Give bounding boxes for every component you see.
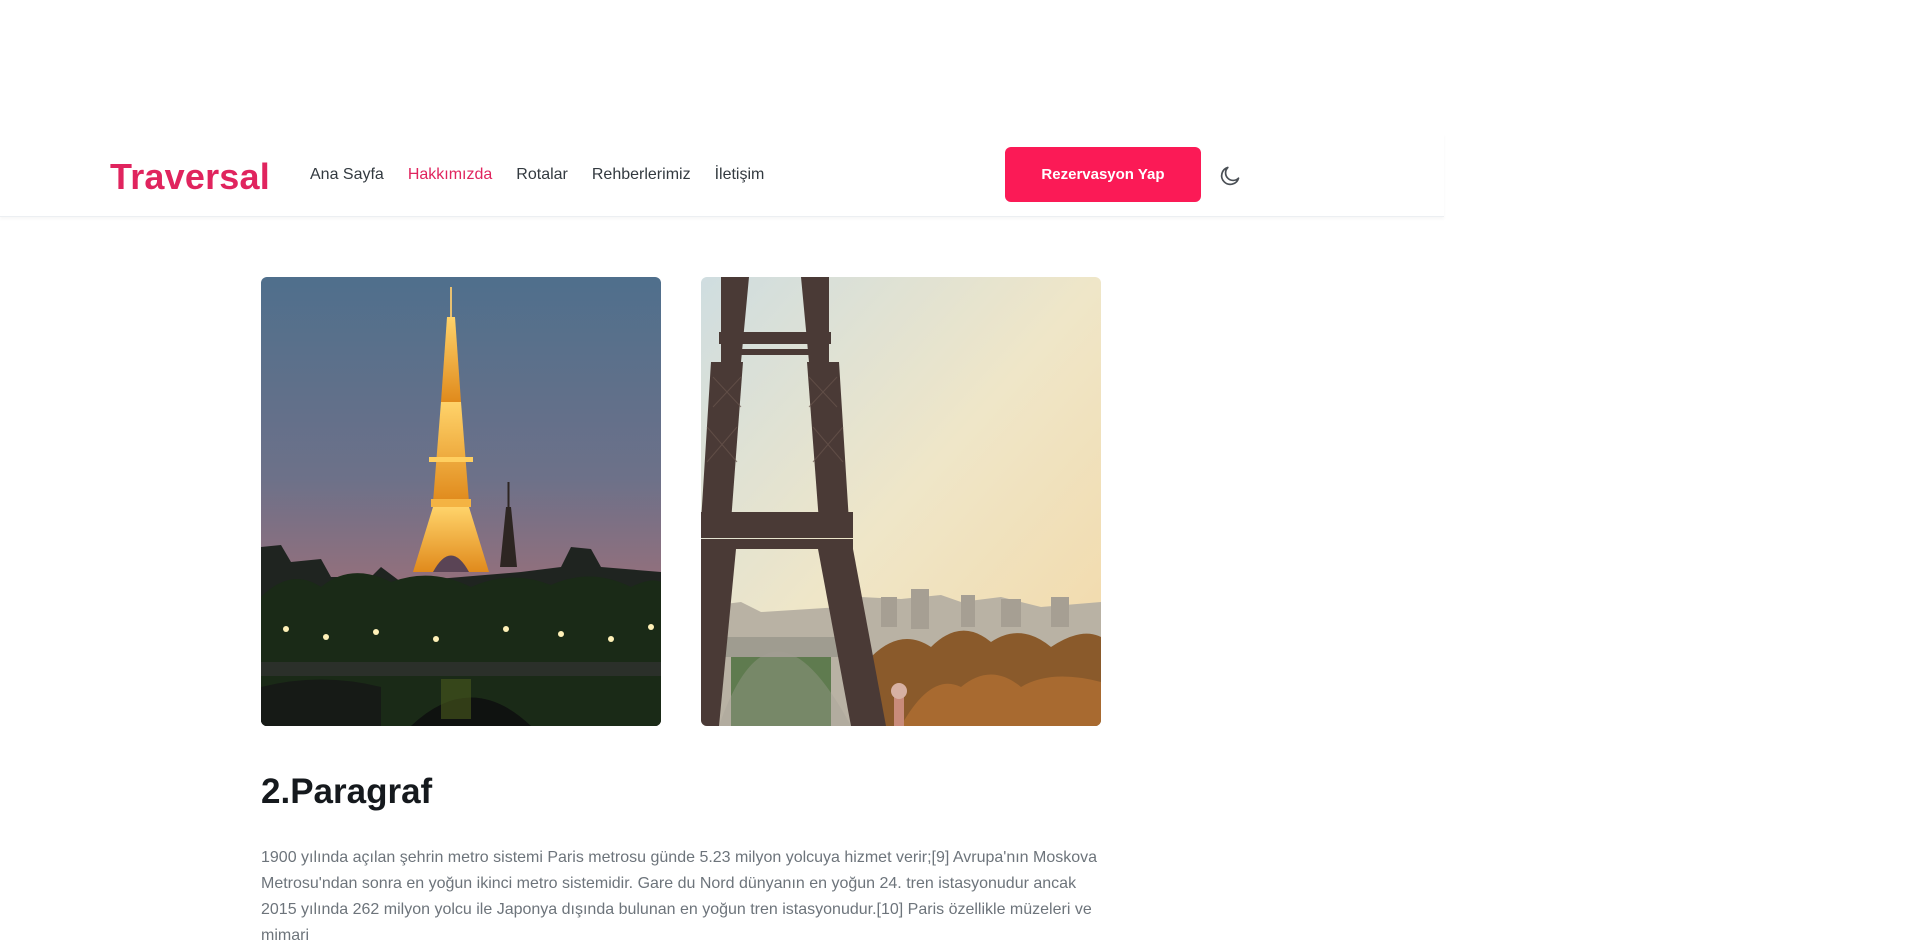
moon-icon (1220, 166, 1240, 186)
eiffel-night-image (261, 277, 661, 726)
nav-item-routes[interactable]: Rotalar (516, 166, 568, 184)
nav-item-guides[interactable]: Rehberlerimiz (592, 166, 691, 184)
section-paragraph: 1900 yılında açılan şehrin metro sistemi… (261, 849, 1098, 944)
eiffel-day-image (701, 277, 1101, 726)
section-heading: 2.Paragraf (261, 772, 433, 811)
eiffel-day-photo (701, 277, 1101, 726)
eiffel-night-photo (261, 277, 661, 726)
nav-item-contact[interactable]: İletişim (715, 166, 765, 184)
nav-item-about[interactable]: Hakkımızda (408, 166, 492, 184)
main-nav: Ana Sayfa Hakkımızda Rotalar Rehberlerim… (310, 166, 788, 184)
nav-item-home[interactable]: Ana Sayfa (310, 166, 384, 184)
theme-toggle-button[interactable] (1217, 163, 1243, 189)
reservation-button[interactable]: Rezervasyon Yap (1005, 147, 1201, 202)
site-header: Traversal Ana Sayfa Hakkımızda Rotalar R… (0, 134, 1444, 217)
site-logo[interactable]: Traversal (110, 156, 270, 198)
